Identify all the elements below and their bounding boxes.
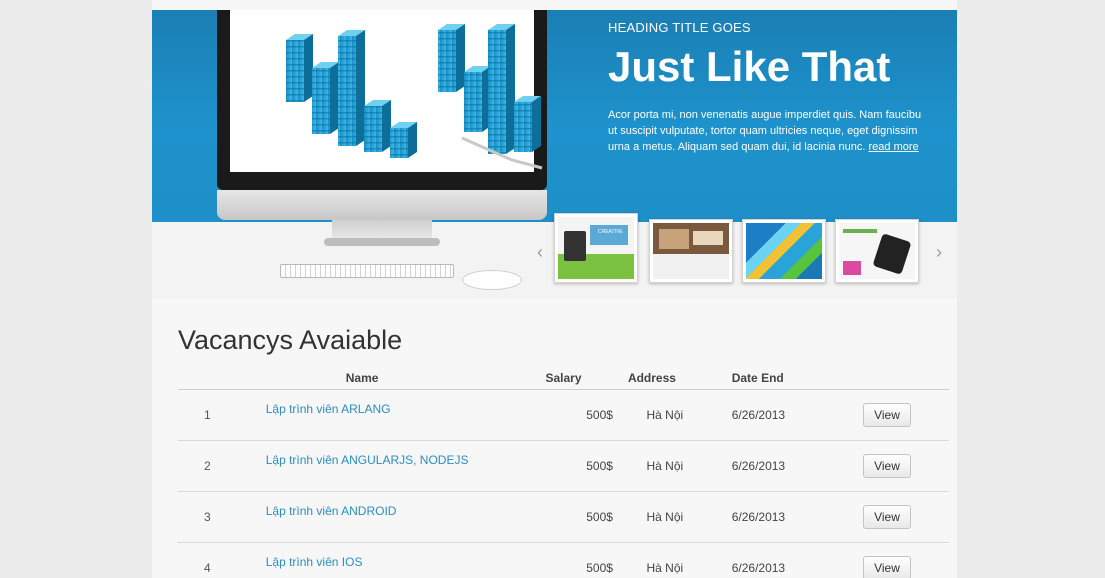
column-header-address: Address (627, 367, 702, 390)
row-date-end: 6/26/2013 (701, 389, 863, 441)
job-title-link[interactable]: Lập trình viên ANDROID (266, 504, 397, 518)
hero-slider: HEADING TITLE GOES Just Like That Acor p… (152, 10, 957, 298)
row-address: Hà Nội (627, 491, 702, 543)
row-name: Lập trình viên ANGULARJS, NODEJS (265, 440, 546, 492)
mouse-image (462, 270, 522, 290)
slider-thumbnail-1[interactable]: CREATIVE (554, 213, 638, 283)
row-address: Hà Nội (646, 561, 684, 575)
row-number: 4 (204, 561, 211, 575)
row-salary: 500$ (545, 389, 628, 441)
slider-prev-arrow[interactable]: ‹ (537, 242, 543, 263)
table-row: 3 Lập trình viên ANDROID 500$ Hà Nội 6/2… (178, 491, 949, 543)
row-name: Lập trình viên ANDROID (265, 491, 546, 543)
bar-stack-2 (464, 66, 491, 132)
slider-next-arrow[interactable]: › (936, 242, 942, 263)
column-header-date-end: Date End (701, 367, 863, 390)
row-salary: 500$ (545, 491, 628, 543)
column-header-salary: Salary (545, 367, 628, 390)
bar-stack-1 (438, 24, 465, 92)
slider-thumbnail-4[interactable] (835, 219, 919, 283)
monitor-stand (332, 220, 432, 240)
vacancies-title: Vacancys Avaiable (178, 325, 403, 355)
hero-kicker: HEADING TITLE GOES (608, 20, 751, 35)
view-button[interactable]: View (863, 505, 911, 529)
view-button[interactable]: View (863, 556, 911, 578)
row-number: 2 (178, 440, 266, 492)
row-number: 1 (178, 389, 266, 441)
hero-title: Just Like That (608, 43, 891, 90)
row-date-end: 6/26/2013 (701, 440, 863, 492)
monitor-foot (324, 238, 440, 246)
bar-graphic-left (286, 30, 417, 158)
vacancies-table: Name Salary Address Date End 1 Lập trình… (178, 367, 949, 578)
job-title-link[interactable]: Lập trình viên ARLANG (266, 402, 391, 416)
hero-body-line: ut suscipit vulputate, tortor quam ultri… (608, 125, 918, 137)
column-header-name: Name (265, 367, 546, 390)
page-container: HEADING TITLE GOES Just Like That Acor p… (152, 0, 957, 578)
column-header-action (863, 367, 949, 390)
thumbnail-caption: CREATIVE (598, 229, 623, 235)
row-address: Hà Nội (627, 440, 702, 492)
row-action: View (863, 543, 949, 578)
table-row: 1 Lập trình viên ARLANG 500$ Hà Nội 6/26… (178, 389, 949, 441)
row-action: View (863, 389, 949, 441)
read-more-link[interactable]: read more (869, 141, 919, 153)
row-salary: 500$ (545, 440, 628, 492)
bar-stack-4 (514, 96, 541, 152)
hero-caption: HEADING TITLE GOES Just Like That Acor p… (608, 20, 957, 155)
table-row: 2 Lập trình viên ANGULARJS, NODEJS 500$ … (178, 440, 949, 492)
row-action: View (863, 491, 949, 543)
column-header-number (178, 367, 266, 390)
row-name: Lập trình viên ARLANG (265, 389, 546, 441)
row-action: View (863, 440, 949, 492)
view-button[interactable]: View (863, 454, 911, 478)
job-title-link[interactable]: Lập trình viên IOS (266, 555, 363, 569)
slider-thumbnail-3[interactable] (742, 219, 826, 283)
row-address: Hà Nội (627, 389, 702, 441)
row-number: 3 (178, 491, 266, 543)
hero-body-line: Acor porta mi, non venenatis augue imper… (608, 109, 922, 121)
job-title-link[interactable]: Lập trình viên ANGULARJS, NODEJS (266, 453, 469, 467)
table-row: 4 Lập trình viên IOS 500$ Hà Nội 6/26/20… (178, 543, 949, 578)
table-header-row: Name Salary Address Date End (178, 367, 949, 390)
row-date-end: 6/26/2013 (731, 561, 786, 575)
view-button[interactable]: View (863, 403, 911, 427)
keyboard-image (280, 264, 454, 278)
slider-thumbnail-2[interactable] (649, 219, 733, 283)
row-salary: 500$ (586, 561, 613, 575)
row-name: Lập trình viên IOS (266, 543, 546, 578)
row-date-end: 6/26/2013 (701, 491, 863, 543)
hero-body: Acor porta mi, non venenatis augue imper… (608, 107, 957, 155)
monitor-chin (217, 190, 547, 220)
hero-body-line: urna a metus. Aliquam sed quam dui, id l… (608, 141, 919, 153)
bar-stack-3 (488, 24, 515, 154)
